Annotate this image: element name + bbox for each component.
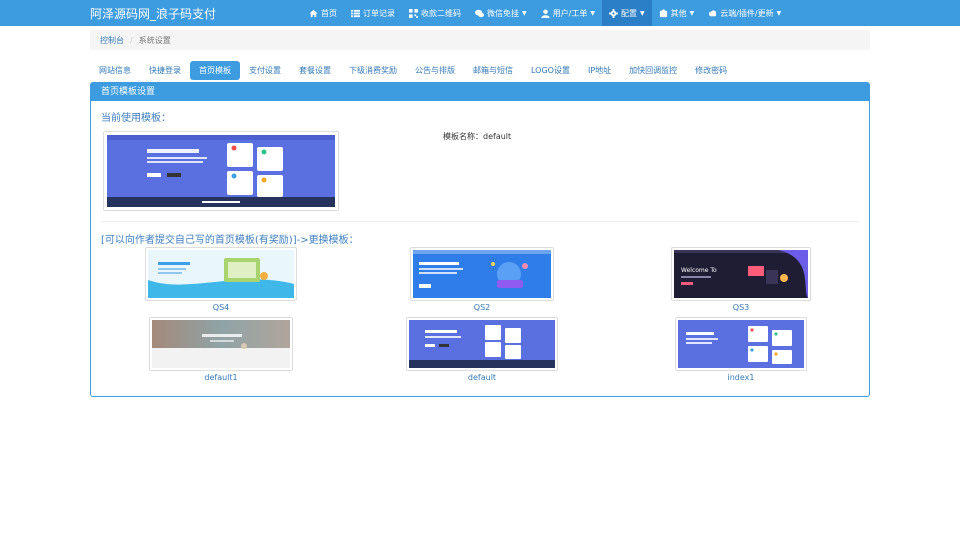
main-content: 控制台 / 系统设置 网站信息 快捷登录 首页模板 支付设置 套餐设置 下级消费… xyxy=(90,26,870,397)
nav-other[interactable]: 其他 ▼ xyxy=(652,0,702,26)
nav-orders[interactable]: 订单记录 xyxy=(344,0,402,26)
nav-config[interactable]: 配置 ▼ xyxy=(601,0,652,26)
template-qs2[interactable]: QS2 xyxy=(410,247,554,312)
tab-homepage-template[interactable]: 首页模板 xyxy=(190,61,240,80)
user-icon xyxy=(541,8,550,18)
qrcode-icon xyxy=(409,8,418,18)
template-thumbnail[interactable] xyxy=(410,247,554,301)
change-template-label: [可以向作者提交自己写的首页模板(有奖励)]->更换模板： xyxy=(101,235,359,246)
panel-title: 首页模板设置 xyxy=(91,83,869,101)
chevron-down-icon: ▼ xyxy=(639,9,645,17)
nav-other-label: 其他 xyxy=(670,8,687,18)
nav-cloud-label: 云端/插件/更新 xyxy=(720,8,774,18)
settings-tabs: 网站信息 快捷登录 首页模板 支付设置 套餐设置 下级消费奖励 公告与排版 邮箱… xyxy=(90,60,870,81)
tab-change-password[interactable]: 修改密码 xyxy=(686,61,736,80)
template-settings-panel: 首页模板设置 当前使用模板： 模板名称：default [可以向作者提交自己写的… xyxy=(90,82,870,397)
top-navbar: 阿泽源码网_浪子码支付 首页 订单记录 收款二维码 微信免挂 ▼ 用户/工单 ▼… xyxy=(0,0,960,26)
template-label[interactable]: default xyxy=(468,373,496,382)
tab-referral-rewards[interactable]: 下级消费奖励 xyxy=(340,61,406,80)
home-icon xyxy=(309,9,318,17)
list-icon xyxy=(351,9,360,17)
template-label[interactable]: default1 xyxy=(204,373,237,382)
template-thumbnail[interactable] xyxy=(675,317,807,371)
gear-icon xyxy=(608,8,618,18)
tab-package-settings[interactable]: 套餐设置 xyxy=(290,61,340,80)
svg-text:Welcome To: Welcome To xyxy=(681,267,717,274)
chevron-down-icon: ▼ xyxy=(776,9,782,17)
breadcrumb-separator: / xyxy=(130,35,133,45)
chevron-down-icon: ▼ xyxy=(522,9,527,17)
cloud-icon xyxy=(709,9,717,16)
tab-payment-settings[interactable]: 支付设置 xyxy=(240,61,290,80)
nav-wechat[interactable]: 微信免挂 ▼ xyxy=(468,0,534,26)
nav-users-label: 用户/工单 xyxy=(552,8,588,18)
tab-ip-address[interactable]: IP地址 xyxy=(579,61,620,80)
tab-site-info[interactable]: 网站信息 xyxy=(90,61,140,80)
tab-quick-login[interactable]: 快捷登录 xyxy=(140,61,190,80)
template-qs4[interactable]: QS4 xyxy=(145,247,297,312)
chevron-down-icon: ▼ xyxy=(689,9,695,17)
tab-email-sms[interactable]: 邮箱与短信 xyxy=(464,61,522,80)
nav-config-label: 配置 xyxy=(620,8,637,18)
template-default[interactable]: default xyxy=(406,317,558,382)
wechat-icon xyxy=(475,9,484,17)
template-label[interactable]: QS4 xyxy=(213,303,229,312)
template-label[interactable]: QS3 xyxy=(733,303,749,312)
template-qs3[interactable]: Welcome To QS3 xyxy=(671,247,811,312)
template-thumbnail[interactable] xyxy=(406,317,558,371)
current-template-label: 当前使用模板： xyxy=(101,113,171,124)
template-thumbnail[interactable] xyxy=(149,317,293,371)
breadcrumb-home[interactable]: 控制台 xyxy=(100,35,124,46)
nav-users[interactable]: 用户/工单 ▼ xyxy=(534,0,602,26)
panel-body: 当前使用模板： 模板名称：default [可以向作者提交自己写的首页模板(有奖… xyxy=(91,101,869,396)
puzzle-icon xyxy=(659,8,667,17)
template-thumbnail[interactable] xyxy=(145,247,297,301)
nav-wechat-label: 微信免挂 xyxy=(487,8,519,18)
breadcrumb-current: 系统设置 xyxy=(138,35,171,45)
nav-home-label: 首页 xyxy=(321,8,337,18)
tab-callback-monitor[interactable]: 加快回调监控 xyxy=(620,61,686,80)
template-default1[interactable]: default1 xyxy=(149,317,293,382)
template-name: 模板名称：default xyxy=(443,132,512,141)
nav-qrcode[interactable]: 收款二维码 xyxy=(402,0,468,26)
template-label[interactable]: QS2 xyxy=(474,303,490,312)
tab-notice-layout[interactable]: 公告与排版 xyxy=(406,61,464,80)
nav-home[interactable]: 首页 xyxy=(302,0,344,26)
breadcrumb: 控制台 / 系统设置 xyxy=(90,30,870,50)
main-nav: 首页 订单记录 收款二维码 微信免挂 ▼ 用户/工单 ▼ 配置 ▼ 其他 ▼ 云… xyxy=(302,0,788,26)
tab-logo-settings[interactable]: LOGO设置 xyxy=(522,61,579,80)
template-thumbnail[interactable]: Welcome To xyxy=(671,247,811,301)
chevron-down-icon: ▼ xyxy=(590,9,595,17)
template-label[interactable]: index1 xyxy=(728,373,755,382)
brand-title[interactable]: 阿泽源码网_浪子码支付 xyxy=(0,5,300,22)
nav-cloud[interactable]: 云端/插件/更新 ▼ xyxy=(701,0,788,26)
current-template-preview xyxy=(103,131,339,211)
divider xyxy=(101,221,859,222)
template-index1[interactable]: index1 xyxy=(675,317,807,382)
nav-orders-label: 订单记录 xyxy=(363,8,395,18)
nav-qrcode-label: 收款二维码 xyxy=(421,8,461,18)
